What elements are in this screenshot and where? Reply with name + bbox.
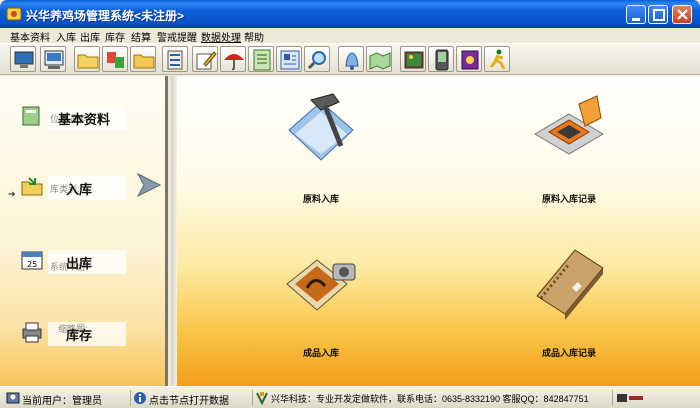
report-icon (280, 50, 300, 70)
nav-item-label: 基本资料 (58, 112, 111, 127)
toolbar-open-folder-button[interactable] (130, 46, 156, 72)
toolbar-monitor-button[interactable] (10, 46, 36, 72)
selected-arrow-icon (136, 172, 162, 198)
info-icon (134, 392, 146, 404)
nav-item-stock-in[interactable]: 库类别: 入库 (18, 174, 128, 202)
menu-stock-out[interactable]: 出库 (80, 29, 100, 44)
tile-product-stock-in-records[interactable]: 成品入库记录 (509, 244, 629, 358)
menu-help[interactable]: 帮助 (244, 29, 264, 44)
hint-text: 点击节点打开数据 (149, 396, 229, 407)
status-hint: 点击节点打开数据 (130, 390, 252, 407)
nav-item-label: 出库 (66, 256, 93, 271)
status-indicator (612, 390, 696, 406)
minimize-button[interactable] (626, 5, 646, 24)
nav-item-label: 库存 (66, 328, 93, 343)
menu-data-processing[interactable]: 数据处理 (201, 29, 241, 44)
tile-label: 成品入库 (302, 348, 339, 358)
selection-pointer-icon: ➔ (8, 189, 16, 199)
folder-in-icon (21, 177, 43, 196)
status-bar: 当前用户：管理员 点击节点打开数据 兴华科技：专业开发定做软件，联系电话：063… (0, 386, 700, 408)
menu-basic-data[interactable]: 基本资料 (10, 29, 50, 44)
open-folder-icon (133, 54, 155, 69)
company-text: 兴华科技：专业开发定做软件，联系电话：0635-8332190 客服QQ：842… (271, 394, 589, 404)
toolbar-device-button[interactable] (428, 46, 454, 72)
menu-stock-in[interactable]: 入库 (56, 29, 76, 44)
hammer-document-icon (288, 93, 354, 161)
folder-icon (77, 54, 99, 69)
menu-alerts[interactable]: 警戒提醒 (157, 29, 197, 44)
toolbar-edit-button[interactable] (192, 46, 218, 72)
running-man-icon (489, 49, 506, 70)
window-title: 兴华养鸡场管理系统<未注册> (26, 9, 185, 23)
toolbar-bell-button[interactable] (338, 46, 364, 72)
umbrella-icon (224, 54, 244, 71)
minimize-icon (632, 18, 640, 21)
menu-settlement[interactable]: 结算 (131, 29, 151, 44)
chip-icon (534, 95, 604, 155)
toolbar (0, 43, 700, 75)
photo-camera-icon (286, 259, 356, 311)
printer-icon (22, 322, 42, 343)
toolbar-search-button[interactable] (304, 46, 330, 72)
tile-raw-material-stock-in[interactable]: 原料入库 (261, 90, 381, 204)
nav-item-basic-data[interactable]: 位置 原料 基本资料 (18, 104, 128, 132)
maximize-icon (653, 9, 665, 21)
exchange-icon (107, 52, 124, 68)
toolbar-exit-button[interactable] (484, 46, 510, 72)
nav-item-inventory[interactable]: 缩略图: 库存 (18, 320, 128, 348)
current-user-text: 当前用户：管理员 (22, 396, 102, 407)
database-icon (167, 50, 183, 70)
screen-icon (44, 50, 64, 69)
bell-icon (345, 52, 359, 70)
title-bar[interactable]: 兴华养鸡场管理系统<未注册> (0, 0, 700, 28)
toolbar-database-button[interactable] (162, 46, 188, 72)
tile-label: 原料入库 (302, 194, 339, 204)
app-icon (6, 7, 22, 21)
maximize-button[interactable] (648, 5, 668, 24)
nav-item-label: 入库 (66, 182, 93, 197)
calendar-icon: 25 (21, 251, 43, 270)
toolbar-book-button[interactable] (456, 46, 482, 72)
toolbar-list-button[interactable] (248, 46, 274, 72)
toolbar-map-button[interactable] (366, 46, 392, 72)
user-icon (6, 392, 20, 404)
toolbar-screen-button[interactable] (40, 46, 66, 72)
notebook-icon (536, 249, 604, 320)
book-icon (461, 50, 479, 70)
keyboard-indicator-icon (617, 394, 643, 402)
map-icon (369, 52, 391, 70)
menu-inventory[interactable]: 库存 (105, 29, 125, 44)
status-current-user: 当前用户：管理员 (4, 390, 130, 407)
main-content: 原料入库 原料入库记录 成品入库 成品入库记录 (171, 76, 700, 386)
toolbar-umbrella-button[interactable] (220, 46, 246, 72)
menu-bar: 基本资料 入库 出库 库存 结算 警戒提醒 数据处理 帮助 (0, 28, 700, 44)
navigation-panel: ➔ 位置 原料 基本资料 库类别: 入库 系统平台: 25 出库 缩略图: 库存 (0, 76, 168, 386)
search-icon (307, 51, 326, 70)
checklist-icon (253, 49, 271, 71)
picture-icon (404, 51, 424, 69)
svg-text:25: 25 (27, 260, 37, 269)
close-button[interactable] (672, 5, 692, 24)
monitor-icon (14, 51, 34, 68)
tile-raw-material-stock-in-records[interactable]: 原料入库记录 (509, 90, 629, 204)
close-icon (677, 9, 688, 20)
notebook-tab-icon (22, 106, 40, 126)
tile-product-stock-in[interactable]: 成品入库 (261, 244, 381, 358)
pda-icon (435, 49, 449, 71)
toolbar-report-button[interactable] (276, 46, 302, 72)
toolbar-folder-button[interactable] (74, 46, 100, 72)
pencil-document-icon (196, 51, 217, 70)
toolbar-image-button[interactable] (400, 46, 426, 72)
company-logo-icon (256, 392, 268, 405)
tile-label: 原料入库记录 (541, 194, 596, 204)
nav-item-stock-out[interactable]: 系统平台: 25 出库 (18, 248, 128, 276)
toolbar-exchange-button[interactable] (102, 46, 128, 72)
tile-label: 成品入库记录 (541, 348, 596, 358)
status-company: 兴华科技：专业开发定做软件，联系电话：0635-8332190 客服QQ：842… (252, 390, 612, 406)
